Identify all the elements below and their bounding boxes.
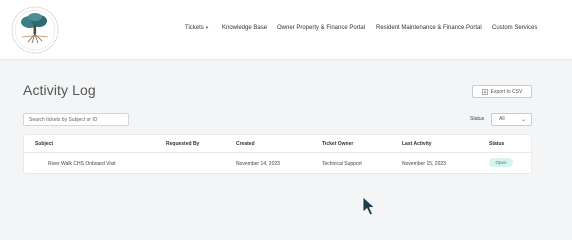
column-header-ticket-owner[interactable]: Ticket Owner: [322, 141, 353, 147]
page-title: Activity Log: [23, 82, 96, 98]
mouse-pointer-icon: [362, 196, 375, 216]
main-nav: Tickets ▾ Knowledge Base Owner Property &…: [0, 24, 572, 36]
top-navigation-bar: Tickets ▾ Knowledge Base Owner Property &…: [0, 0, 572, 60]
status-badge: Open: [489, 158, 513, 167]
chevron-down-icon: ▾: [205, 25, 209, 31]
cell-last-activity: November 15, 2023: [402, 161, 446, 167]
nav-resident-portal[interactable]: Resident Maintenance & Finance Portal: [376, 24, 482, 32]
download-icon: [481, 88, 488, 95]
nav-tickets-label: Tickets: [185, 25, 204, 31]
export-csv-label: Export to CSV: [490, 88, 523, 95]
status-select[interactable]: All ⌄: [491, 113, 532, 126]
table-row[interactable]: River Walk CHS Onboard Visit November 14…: [24, 153, 531, 174]
nav-custom-services[interactable]: Custom Services: [492, 24, 537, 32]
column-header-last-activity[interactable]: Last Activity: [402, 141, 432, 147]
cell-ticket-owner: Technical Support: [322, 161, 362, 167]
nav-knowledge-base[interactable]: Knowledge Base: [222, 24, 267, 32]
nav-owner-portal[interactable]: Owner Property & Finance Portal: [277, 24, 365, 32]
column-header-requested-by[interactable]: Requested By: [166, 141, 199, 147]
column-header-status[interactable]: Status: [489, 141, 504, 147]
chevron-down-icon: ⌄: [520, 117, 526, 123]
cell-created: November 14, 2023: [236, 161, 280, 167]
export-csv-button[interactable]: Export to CSV: [472, 85, 532, 98]
nav-tickets[interactable]: Tickets ▾: [185, 24, 208, 32]
column-header-created[interactable]: Created: [236, 141, 255, 147]
activity-table: Subject Requested By Created Ticket Owne…: [23, 134, 532, 174]
cell-subject[interactable]: River Walk CHS Onboard Visit: [48, 161, 116, 167]
status-select-value: All: [499, 116, 505, 122]
status-filter-label: Status: [470, 116, 485, 122]
search-input[interactable]: [23, 113, 129, 126]
column-header-subject[interactable]: Subject: [35, 141, 53, 147]
